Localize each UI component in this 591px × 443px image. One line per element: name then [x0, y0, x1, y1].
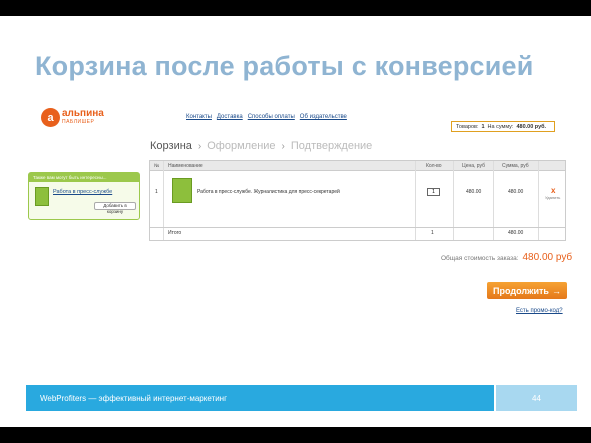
promo-code-link[interactable]: Есть промо-код?: [516, 308, 563, 314]
presentation-slide: Корзина после работы с конверсией a альп…: [0, 16, 591, 427]
order-total-label: Общая стоимость заказа:: [441, 255, 519, 262]
total-row-sum: 480.00: [508, 230, 524, 236]
remove-item-label[interactable]: Удалить: [545, 195, 560, 200]
recommended-book-link[interactable]: Работа в пресс-службе: [53, 189, 112, 195]
mini-cart-sum-value: 480.00 руб.: [516, 123, 547, 130]
quantity-input[interactable]: 1: [427, 188, 440, 196]
header-price: Цена, руб: [462, 163, 485, 169]
order-total-value: 480.00 руб: [522, 252, 573, 263]
total-row-label: Итого: [168, 230, 182, 236]
page-number-text: 44: [532, 393, 541, 403]
remove-item-icon[interactable]: x: [551, 186, 555, 195]
header-name: Наименование: [168, 163, 203, 169]
column-divider: [163, 161, 164, 240]
recommendation-box: Также вам могут быть интересны... Работа…: [28, 172, 140, 220]
slide-footer: WebProfiters — эффективный интернет-марк…: [26, 385, 494, 411]
column-divider: [538, 161, 539, 240]
step-confirmation: Подтверждение: [290, 140, 373, 152]
shop-logo[interactable]: a альпина ПАБЛИШЕР: [41, 108, 104, 128]
checkout-steps: Корзина › Оформление › Подтверждение: [150, 140, 372, 152]
row-num: 1: [155, 189, 158, 195]
book-cover-image[interactable]: [35, 187, 49, 206]
footer-text: WebProfiters — эффективный интернет-марк…: [40, 393, 227, 403]
step-cart: Корзина: [150, 140, 192, 152]
step-arrow-icon: ›: [197, 140, 202, 152]
logo-subtitle: ПАБЛИШЕР: [62, 119, 95, 125]
step-arrow-icon: ›: [281, 140, 285, 152]
recommendation-header: Также вам могут быть интересны...: [29, 173, 139, 182]
row-price: 480.00: [466, 189, 482, 195]
top-navigation: Контакты Доставка Способы оплаты Об изда…: [186, 114, 347, 120]
header-num: №: [154, 163, 160, 169]
mini-cart-goods-count: 1: [481, 123, 485, 130]
row-item-name[interactable]: Работа в пресс-службе. Журналистика для …: [197, 189, 340, 195]
mini-cart[interactable]: Товаров: 1 На сумму: 480.00 руб.: [451, 121, 555, 132]
column-divider: [493, 161, 494, 240]
nav-link-payment[interactable]: Способы оплаты: [248, 114, 295, 120]
continue-button-label: Продолжить: [493, 285, 549, 296]
logo-mark-icon: a: [41, 108, 60, 127]
order-total: Общая стоимость заказа: 480.00 руб: [441, 252, 572, 263]
total-row-qty: 1: [431, 230, 434, 236]
shop-screenshot: a альпина ПАБЛИШЕР Контакты Доставка Спо…: [26, 102, 572, 322]
slide-title: Корзина после работы с конверсией: [35, 51, 534, 81]
bottom-letterbox: [0, 427, 591, 443]
arrow-right-icon: →: [551, 285, 561, 296]
item-cover-image[interactable]: [172, 178, 192, 203]
nav-link-delivery[interactable]: Доставка: [217, 114, 243, 120]
row-sum: 480.00: [508, 189, 524, 195]
header-sum: Сумма, руб: [502, 163, 529, 169]
step-checkout: Оформление: [207, 140, 276, 152]
mini-cart-sum-label: На сумму:: [487, 123, 514, 130]
logo-name: альпина: [62, 108, 104, 119]
add-to-cart-button[interactable]: Добавить в корзину: [94, 202, 136, 214]
column-divider: [453, 161, 454, 240]
nav-link-contacts[interactable]: Контакты: [186, 114, 212, 120]
row-divider: [150, 227, 565, 228]
header-qty: Кол-во: [426, 163, 442, 169]
cart-table: № Наименование Кол-во Цена, руб Сумма, р…: [149, 160, 566, 241]
page-number: 44: [496, 385, 577, 411]
column-divider: [415, 161, 416, 240]
mini-cart-goods-label: Товаров:: [456, 123, 479, 130]
nav-link-about[interactable]: Об издательстве: [300, 114, 347, 120]
continue-button[interactable]: Продолжить →: [487, 282, 567, 299]
